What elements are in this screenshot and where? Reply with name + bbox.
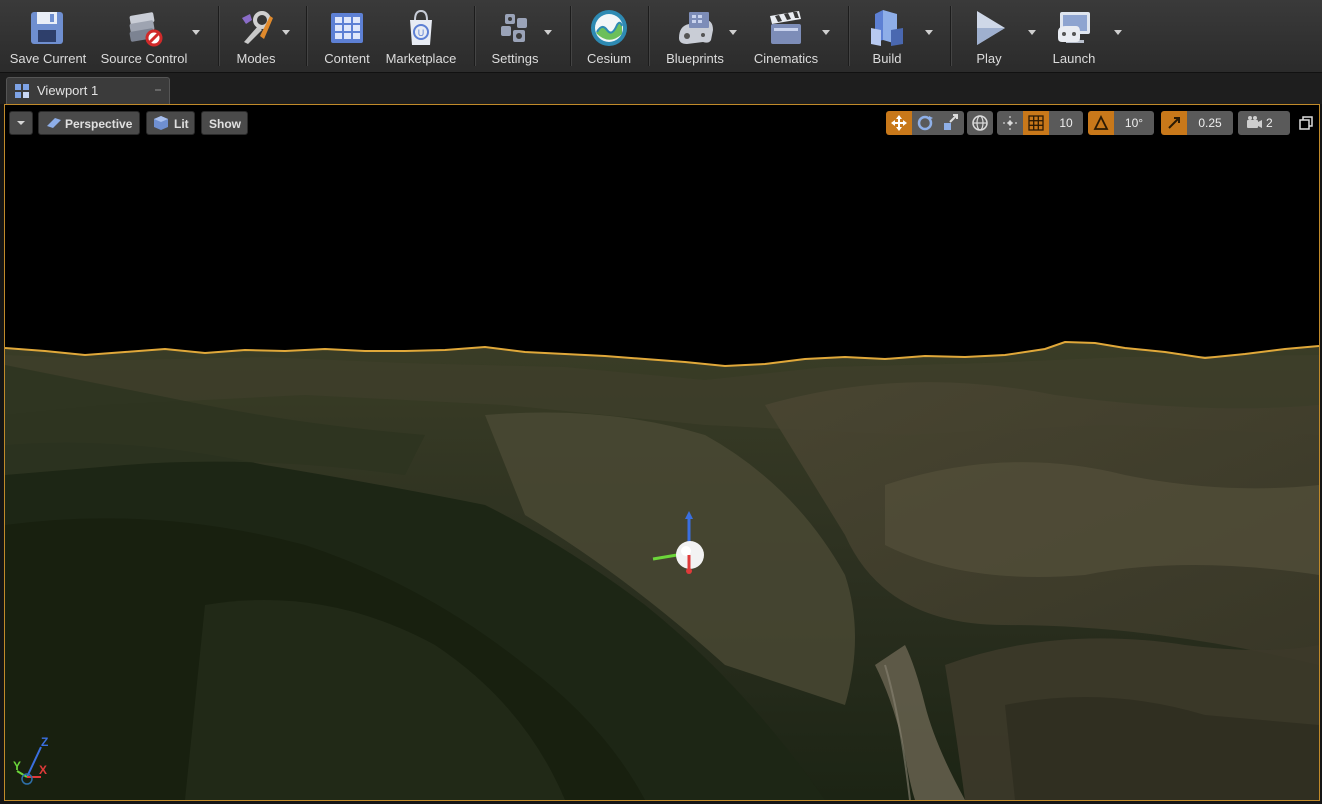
surface-snap-icon <box>1003 116 1017 130</box>
toolbar-separator <box>306 6 307 66</box>
translate-mode-button[interactable] <box>886 111 912 135</box>
rotate-icon <box>917 115 933 131</box>
modes-button[interactable]: Modes <box>226 4 286 68</box>
launch-dropdown-arrow[interactable] <box>1114 30 1122 35</box>
perspective-button[interactable]: Perspective <box>38 111 140 135</box>
build-button[interactable]: Build <box>858 4 916 68</box>
globe-icon <box>972 115 988 131</box>
content-browser-icon <box>331 13 363 43</box>
camera-speed-value: 2 <box>1266 116 1273 130</box>
lit-label: Lit <box>174 117 189 131</box>
tab-viewport-1[interactable]: Viewport 1 <box>6 77 170 104</box>
cesium-button[interactable]: Cesium <box>578 4 640 68</box>
lit-view-mode-button[interactable]: Lit <box>146 111 195 135</box>
scale-icon <box>944 114 958 130</box>
toolbar-separator <box>950 6 951 66</box>
save-current-button[interactable]: Save Current <box>4 4 92 68</box>
grid-snap-toggle[interactable] <box>1023 111 1049 135</box>
toolbar-separator <box>218 6 219 66</box>
modes-icon <box>242 11 273 44</box>
source-control-button[interactable]: Source Control <box>96 4 192 68</box>
play-button[interactable]: Play <box>960 4 1018 68</box>
rotation-snap-value: 10° <box>1124 116 1144 130</box>
rotate-mode-button[interactable] <box>912 111 938 135</box>
toolbar-separator <box>474 6 475 66</box>
launch-button[interactable]: Launch <box>1044 4 1104 68</box>
grid-icon <box>1028 115 1044 131</box>
scale-snap-value-dropdown[interactable]: 0.25 <box>1187 111 1233 135</box>
grid-snap-value: 10 <box>1059 116 1073 130</box>
toolbar-separator <box>570 6 571 66</box>
play-dropdown-arrow[interactable] <box>1028 30 1036 35</box>
settings-dropdown-arrow[interactable] <box>544 30 552 35</box>
maximize-viewport-button[interactable] <box>1299 116 1313 130</box>
world-local-toggle[interactable] <box>967 111 993 135</box>
show-label: Show <box>209 117 241 131</box>
level-viewport[interactable]: Perspective Lit Show 10 10° 0.25 2 Z Y X <box>4 104 1320 801</box>
camera-speed-dropdown[interactable]: 2 <box>1238 111 1290 135</box>
toolbar-separator <box>648 6 649 66</box>
cinematics-button[interactable]: Cinematics <box>748 4 824 68</box>
tab-label: Viewport 1 <box>37 83 99 98</box>
blueprints-button[interactable]: Blueprints <box>658 4 732 68</box>
axis-y-label: Y <box>13 759 22 773</box>
lit-cube-icon <box>154 116 168 130</box>
settings-icon <box>501 14 527 42</box>
source-control-icon <box>129 12 163 47</box>
restore-window-icon <box>1299 116 1313 130</box>
content-button[interactable]: Content <box>316 4 378 68</box>
scale-mode-button[interactable] <box>938 111 964 135</box>
surface-snapping-button[interactable] <box>997 111 1023 135</box>
main-toolbar: Save Current Source Control Modes Conten… <box>0 0 1322 73</box>
viewport-icon <box>15 84 29 98</box>
play-icon <box>977 11 1005 45</box>
grid-snap-value-dropdown[interactable]: 10 <box>1049 111 1083 135</box>
axis-z-label: Z <box>41 735 49 749</box>
terrain-scene <box>5 340 1319 800</box>
blueprints-icon <box>679 12 713 44</box>
perspective-label: Perspective <box>65 117 133 131</box>
perspective-icon <box>47 118 61 128</box>
tab-menu-icon[interactable] <box>155 89 161 91</box>
rotation-snap-value-dropdown[interactable]: 10° <box>1114 111 1154 135</box>
angle-icon <box>1093 114 1109 130</box>
build-icon <box>871 10 903 46</box>
blueprints-dropdown-arrow[interactable] <box>729 30 737 35</box>
source-control-dropdown-arrow[interactable] <box>192 30 200 35</box>
scale-snap-toggle[interactable] <box>1161 111 1187 135</box>
cinematics-dropdown-arrow[interactable] <box>822 30 830 35</box>
chevron-down-icon <box>17 121 25 125</box>
save-icon <box>31 12 63 44</box>
show-flags-button[interactable]: Show <box>201 111 248 135</box>
scale-arrow-icon <box>1168 117 1180 129</box>
build-dropdown-arrow[interactable] <box>925 30 933 35</box>
marketplace-icon: U <box>410 9 432 45</box>
axis-indicator: Z Y X <box>11 733 61 793</box>
cinematics-icon <box>770 11 801 44</box>
viewport-tab-strip: Viewport 1 <box>0 73 1322 104</box>
cesium-icon <box>591 10 627 46</box>
transform-gizmo[interactable] <box>643 509 723 589</box>
settings-button[interactable]: Settings <box>484 4 546 68</box>
axis-x-label: X <box>39 763 48 777</box>
rotation-snap-toggle[interactable] <box>1088 111 1114 135</box>
viewport-options-dropdown[interactable] <box>9 111 33 135</box>
svg-text:U: U <box>418 28 425 38</box>
scale-snap-value: 0.25 <box>1198 116 1222 130</box>
launch-icon <box>1058 12 1090 43</box>
toolbar-separator <box>848 6 849 66</box>
modes-dropdown-arrow[interactable] <box>282 30 290 35</box>
move-arrows-icon <box>891 115 907 131</box>
marketplace-button[interactable]: U Marketplace <box>380 4 462 68</box>
camera-icon <box>1247 116 1262 128</box>
